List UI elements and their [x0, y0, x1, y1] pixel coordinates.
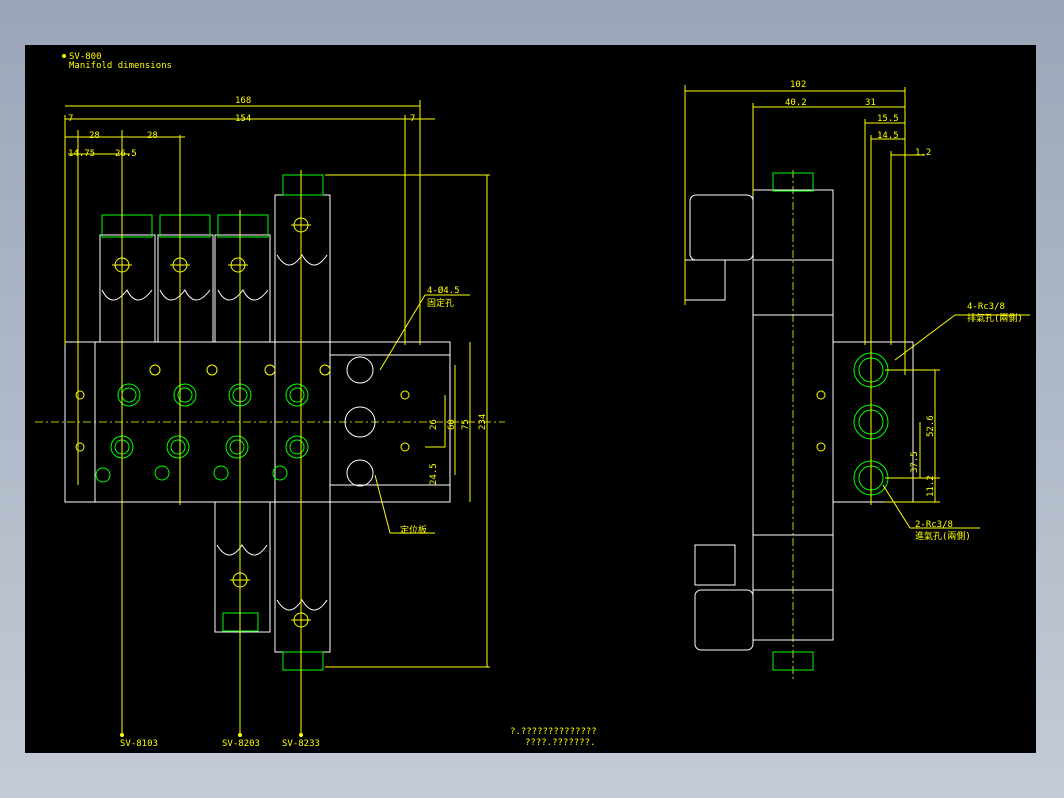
cad-drawing: SV-800 Manifold dimensions 168 7 154 7 2…	[35, 52, 1030, 749]
dim-28-first: 28	[89, 131, 100, 141]
dim-11-2: 11.2	[926, 475, 936, 497]
model-label-sv8203: SV-8203	[222, 739, 260, 749]
dim-7-right: 7	[410, 114, 415, 124]
dim-102: 102	[790, 80, 806, 90]
callout-exhaust-label: 排氣孔(兩側)	[967, 312, 1023, 324]
drawing-canvas: SV-800 Manifold dimensions 168 7 154 7 2…	[25, 45, 1036, 753]
dim-24-5: 24.5	[429, 463, 439, 485]
callout-holes-spec: 4-Ø4.5	[427, 285, 460, 296]
bullet-icon	[62, 54, 66, 58]
marker-icon	[299, 733, 303, 737]
dim-28-second: 28	[147, 131, 158, 141]
dim-26-5: 26.5	[115, 149, 137, 159]
dim-1-2: 1.2	[915, 148, 931, 158]
model-label-sv8233: SV-8233	[282, 739, 320, 749]
side-view	[684, 85, 940, 680]
dim-15-5: 15.5	[877, 114, 899, 124]
dim-26: 26	[429, 419, 439, 430]
callout-supply-label: 進氣孔(兩側)	[915, 530, 971, 542]
dim-168: 168	[235, 96, 251, 106]
dim-31: 31	[865, 98, 876, 108]
dim-52-6: 52.6	[926, 415, 936, 437]
dim-234: 234	[478, 414, 488, 430]
note-line-1: ?.??????????????	[510, 727, 597, 737]
callout-holes-label: 固定孔	[427, 297, 454, 309]
model-label-sv8103: SV-8103	[120, 739, 158, 749]
callout-plate-label: 定位板	[400, 524, 427, 536]
front-view	[35, 100, 505, 735]
dim-40-2: 40.2	[785, 98, 807, 108]
dim-60: 60	[447, 419, 457, 430]
note-line-2: ????.???????.	[525, 738, 595, 748]
marker-icon	[120, 733, 124, 737]
drawing-subtitle: Manifold dimensions	[69, 61, 172, 71]
callout-supply-spec: 2-Rc3/8	[915, 520, 953, 530]
callout-exhaust-spec: 4-Rc3/8	[967, 302, 1005, 312]
marker-icon	[238, 733, 242, 737]
dim-37-5: 37.5	[910, 451, 920, 473]
dim-14-5: 14.5	[877, 131, 899, 141]
dim-154: 154	[235, 114, 251, 124]
dim-14-75: 14.75	[68, 149, 95, 159]
dim-75: 75	[461, 419, 471, 430]
dim-7-left: 7	[68, 114, 73, 124]
